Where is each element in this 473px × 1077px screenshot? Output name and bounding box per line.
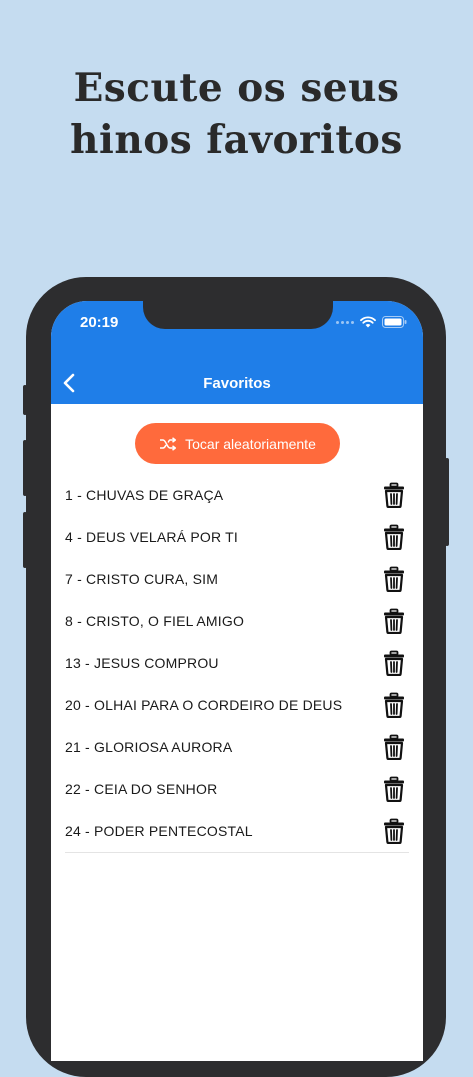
favorite-hymn-row[interactable]: 24 - PODER PENTECOSTAL — [65, 810, 423, 852]
favorite-hymn-row[interactable]: 4 - DEUS VELARÁ POR TI — [65, 516, 423, 558]
hymn-title: 24 - PODER PENTECOSTAL — [65, 823, 253, 839]
hymn-title: 8 - CRISTO, O FIEL AMIGO — [65, 613, 244, 629]
hymn-title: 22 - CEIA DO SENHOR — [65, 781, 217, 797]
trash-icon[interactable] — [381, 650, 407, 676]
trash-icon[interactable] — [381, 524, 407, 550]
promo-title: Escute os seus hinos favoritos — [0, 62, 473, 166]
phone-volume-up — [23, 440, 27, 496]
trash-icon[interactable] — [381, 692, 407, 718]
status-icons — [336, 316, 407, 328]
favorites-list: 1 - CHUVAS DE GRAÇA 4 - DEUS VELARÁ POR … — [65, 474, 423, 853]
favorite-hymn-row[interactable]: 20 - OLHAI PARA O CORDEIRO DE DEUS — [65, 684, 423, 726]
shuffle-play-label: Tocar aleatoriamente — [185, 436, 316, 452]
status-time: 20:19 — [80, 314, 118, 331]
list-divider — [65, 852, 409, 853]
promo-title-line-1: Escute os seus — [0, 62, 473, 114]
trash-icon[interactable] — [381, 608, 407, 634]
battery-icon — [382, 316, 407, 328]
phone-mute-switch — [23, 385, 27, 415]
favorite-hymn-row[interactable]: 8 - CRISTO, O FIEL AMIGO — [65, 600, 423, 642]
favorite-hymn-row[interactable]: 1 - CHUVAS DE GRAÇA — [65, 474, 423, 516]
trash-icon[interactable] — [381, 482, 407, 508]
promo-title-line-2: hinos favoritos — [0, 114, 473, 166]
favorite-hymn-row[interactable]: 7 - CRISTO CURA, SIM — [65, 558, 423, 600]
page-title: Favoritos — [51, 375, 423, 392]
shuffle-play-button[interactable]: Tocar aleatoriamente — [135, 423, 340, 464]
phone-power-button — [445, 458, 449, 546]
app-screen: 20:19 Favoritos — [51, 301, 423, 1061]
hymn-title: 21 - GLORIOSA AURORA — [65, 739, 232, 755]
phone-notch — [143, 301, 333, 329]
trash-icon[interactable] — [381, 818, 407, 844]
signal-icon — [336, 321, 354, 324]
hymn-title: 7 - CRISTO CURA, SIM — [65, 571, 218, 587]
trash-icon[interactable] — [381, 734, 407, 760]
hymn-title: 20 - OLHAI PARA O CORDEIRO DE DEUS — [65, 697, 342, 713]
trash-icon[interactable] — [381, 776, 407, 802]
hymn-title: 13 - JESUS COMPROU — [65, 655, 219, 671]
favorite-hymn-row[interactable]: 21 - GLORIOSA AURORA — [65, 726, 423, 768]
favorite-hymn-row[interactable]: 22 - CEIA DO SENHOR — [65, 768, 423, 810]
app-header: 20:19 Favoritos — [51, 301, 423, 404]
trash-icon[interactable] — [381, 566, 407, 592]
wifi-icon — [360, 316, 376, 328]
hymn-title: 1 - CHUVAS DE GRAÇA — [65, 487, 223, 503]
shuffle-icon — [159, 437, 177, 451]
hymn-title: 4 - DEUS VELARÁ POR TI — [65, 529, 238, 545]
favorite-hymn-row[interactable]: 13 - JESUS COMPROU — [65, 642, 423, 684]
phone-volume-down — [23, 512, 27, 568]
